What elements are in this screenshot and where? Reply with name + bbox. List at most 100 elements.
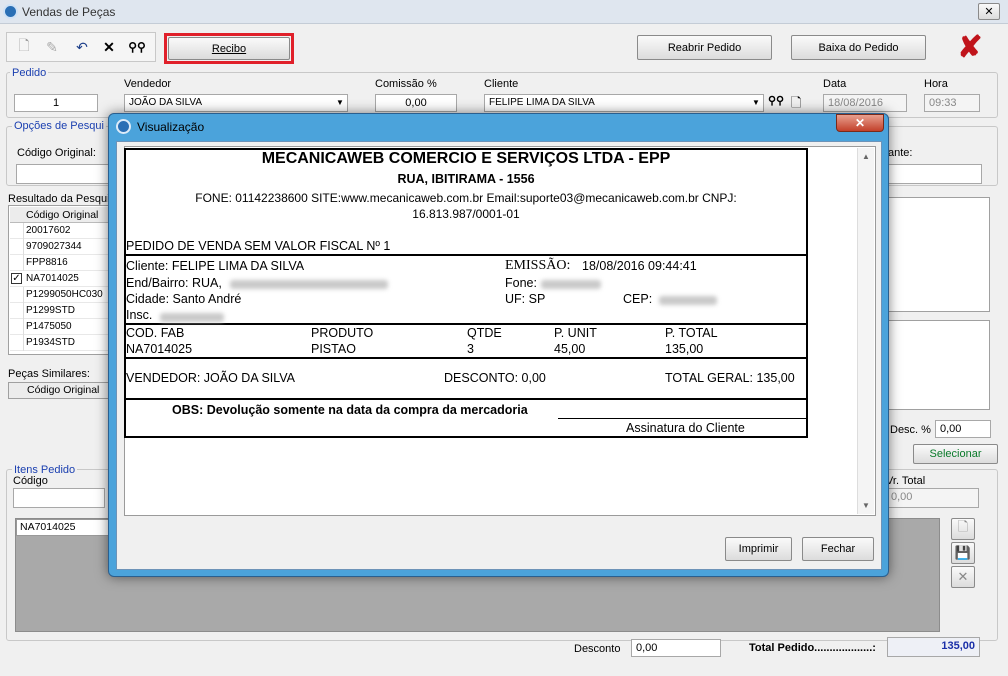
receipt-insc: Insc. xyxy=(126,308,153,322)
receipt-item-unit: 45,00 xyxy=(554,342,586,356)
close-window-button[interactable]: ✕ xyxy=(978,3,1000,20)
desc-label: Desc. % xyxy=(890,424,931,436)
dialog-close-button[interactable]: ✕ xyxy=(836,114,884,132)
fechar-button[interactable]: Fechar xyxy=(802,537,874,561)
hora-label: Hora xyxy=(924,78,948,90)
receipt-item-produto: PISTAO xyxy=(311,342,356,356)
table-row[interactable]: FPP8816 xyxy=(10,255,110,271)
remove-item-icon[interactable]: ✕ xyxy=(951,566,975,588)
receipt-end: End/Bairro: RUA, xyxy=(126,276,222,290)
resultado-column-header: Código Original xyxy=(26,209,99,221)
receipt-header-cod: COD. FAB xyxy=(126,326,185,340)
itens-grid-row[interactable]: NA7014025 xyxy=(16,519,116,536)
receipt-divider xyxy=(125,254,807,256)
recibo-label: Recibo xyxy=(211,42,247,55)
similares-column-header: Código Original xyxy=(27,384,100,396)
receipt-divider xyxy=(125,323,807,325)
redacted-insc xyxy=(160,313,224,322)
receipt-header-unit: P. UNIT xyxy=(554,326,597,340)
comissao-label: Comissão % xyxy=(375,78,437,90)
cliente-select[interactable]: FELIPE LIMA DA SILVA xyxy=(484,94,764,112)
vr-total-field[interactable]: 0,00 xyxy=(886,488,979,508)
selecionar-button[interactable]: Selecionar xyxy=(913,444,998,464)
app-icon xyxy=(3,4,18,19)
resultado-grid-header: Código Original xyxy=(10,207,110,223)
codigo-original-label: Código Original: xyxy=(17,147,96,159)
right-grid-panel-2 xyxy=(882,320,990,410)
recibo-button[interactable]: Recibo xyxy=(168,37,290,60)
receipt-divider xyxy=(125,357,807,359)
receipt-emissao-label: EMISSÃO: xyxy=(505,258,571,273)
window-title: Vendas de Peças xyxy=(22,5,116,19)
redacted-address xyxy=(230,280,388,289)
new-document-icon[interactable]: 🗋 xyxy=(791,94,809,112)
resultado-label: Resultado da Pesqui xyxy=(8,193,110,205)
table-row[interactable]: 9709027344 xyxy=(10,239,110,255)
table-row[interactable]: P1299050HC030 xyxy=(10,287,110,303)
row-code: FPP8816 xyxy=(26,257,68,268)
opcoes-group-title: Opções de Pesqui xyxy=(12,120,106,132)
redacted-cep xyxy=(659,296,717,305)
receipt-desconto: DESCONTO: 0,00 xyxy=(444,371,546,385)
table-row[interactable]: P1475050 xyxy=(10,319,110,335)
imprimir-button[interactable]: Imprimir xyxy=(725,537,792,561)
right-field-label: ante: xyxy=(888,147,913,159)
reabrir-pedido-button[interactable]: Reabrir Pedido xyxy=(637,35,772,60)
fechar-label: Fechar xyxy=(820,543,856,555)
receipt-header-qtde: QTDE xyxy=(467,326,502,340)
receipt-cliente: Cliente: FELIPE LIMA DA SILVA xyxy=(126,259,305,273)
scroll-up-icon[interactable]: ▲ xyxy=(862,152,870,161)
baixa-pedido-button[interactable]: Baixa do Pedido xyxy=(791,35,926,60)
chevron-down-icon[interactable]: ▼ xyxy=(333,95,347,111)
row-code: P1299STD xyxy=(26,305,75,316)
table-row[interactable]: 20017602 xyxy=(10,223,110,239)
receipt-header-produto: PRODUTO xyxy=(311,326,374,340)
item-codigo-input[interactable] xyxy=(13,488,105,508)
new-document-icon[interactable]: 🗋 xyxy=(12,35,36,59)
pedido-number-field[interactable]: 1 xyxy=(14,94,98,112)
receipt-obs: OBS: Devolução somente na data da compra… xyxy=(172,403,528,417)
total-pedido-field: 135,00 xyxy=(887,637,980,657)
edit-icon[interactable]: ✎ xyxy=(40,35,64,59)
desc-field[interactable]: 0,00 xyxy=(935,420,991,438)
receipt-cep: CEP: xyxy=(623,292,653,306)
item-row-code: NA7014025 xyxy=(20,521,76,533)
new-item-icon[interactable]: 🗋 xyxy=(951,518,975,540)
vendedor-label: Vendedor xyxy=(124,78,172,90)
comissao-field[interactable]: 0,00 xyxy=(375,94,457,112)
receipt-cidade: Cidade: Santo André xyxy=(126,292,242,306)
hora-field[interactable]: 09:33 xyxy=(924,94,980,112)
scroll-down-icon[interactable]: ▼ xyxy=(862,501,870,510)
table-row[interactable]: P1299STD xyxy=(10,303,110,319)
receipt-assinatura: Assinatura do Cliente xyxy=(626,421,745,435)
data-field[interactable]: 18/08/2016 xyxy=(823,94,907,112)
desconto-field[interactable]: 0,00 xyxy=(631,639,721,657)
checkbox-checked-icon[interactable]: ✓ xyxy=(11,273,22,284)
codigo-label: Código xyxy=(13,475,48,487)
row-code: P1475050 xyxy=(26,321,72,332)
delete-x-icon[interactable]: ✕ xyxy=(97,35,121,59)
signature-line xyxy=(558,418,806,419)
vendedor-select[interactable]: JOÃO DA SILVA xyxy=(124,94,348,112)
receipt-total-geral: TOTAL GERAL: 135,00 xyxy=(665,371,795,385)
right-grid-panel xyxy=(882,197,990,312)
chevron-down-icon[interactable]: ▼ xyxy=(749,95,763,111)
vr-total-label: Vr. Total xyxy=(886,475,926,487)
binoculars-icon[interactable]: ⚲⚲ xyxy=(768,94,788,112)
receipt-emissao: 18/08/2016 09:44:41 xyxy=(582,259,697,273)
pedido-group-title: Pedido xyxy=(10,67,49,79)
exit-icon[interactable]: ✘ xyxy=(956,33,984,63)
cliente-label: Cliente xyxy=(484,78,519,90)
preview-scrollbar[interactable]: ▲ ▼ xyxy=(857,148,874,514)
receipt-uf: UF: SP xyxy=(505,292,546,306)
desconto-label: Desconto xyxy=(574,643,621,655)
imprimir-label: Imprimir xyxy=(738,543,779,555)
save-icon[interactable]: 💾 xyxy=(951,542,975,564)
table-row[interactable]: ✓ NA7014025 xyxy=(10,271,110,287)
table-row[interactable]: P1934STD xyxy=(10,335,110,351)
right-search-input[interactable] xyxy=(882,164,982,184)
data-label: Data xyxy=(823,78,847,90)
undo-icon[interactable]: ↶ xyxy=(70,35,94,59)
binoculars-icon[interactable]: ⚲⚲ xyxy=(125,35,149,59)
codigo-original-input[interactable] xyxy=(16,164,116,184)
